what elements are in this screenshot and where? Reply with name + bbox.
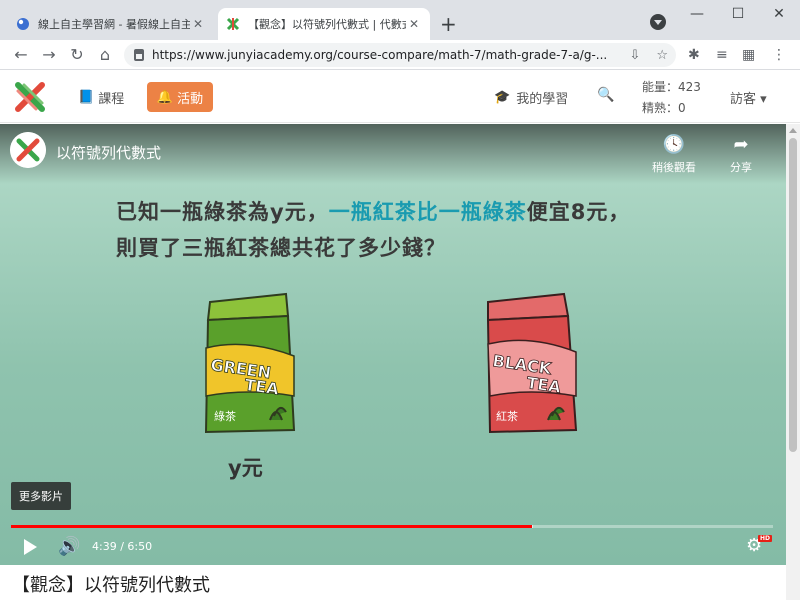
question-text: 已知一瓶綠茶為y元，	[116, 200, 329, 224]
reload-icon[interactable]: ↻	[68, 46, 86, 64]
video-title[interactable]: 以符號列代數式	[56, 142, 161, 163]
watch-later-button[interactable]: 🕓 稍後觀看	[652, 134, 696, 175]
clock-icon: 🕓	[662, 134, 686, 155]
question-line-1: 已知一瓶綠茶為y元，一瓶紅茶比一瓶綠茶便宜8元，	[116, 196, 630, 226]
browser-tab-title: 【觀念】以符號列代數式 | 代數式	[248, 18, 406, 31]
extensions-icon[interactable]: ✱	[688, 47, 700, 63]
browser-tab-strip: 線上自主學習網 - 暑假線上自主學 ✕ 【觀念】以符號列代數式 | 代數式 ✕ …	[0, 0, 800, 40]
browser-tab-title: 線上自主學習網 - 暑假線上自主學	[38, 18, 190, 31]
volume-icon[interactable]: 🔊	[58, 536, 80, 557]
junyi-logo-icon[interactable]	[14, 81, 46, 113]
nav-course[interactable]: 📘 課程	[78, 88, 124, 107]
site-favicon-icon	[17, 18, 29, 30]
question-line-2: 則買了三瓶紅茶總共花了多少錢？	[116, 236, 446, 260]
back-icon[interactable]: ←	[12, 46, 30, 64]
nav-my-learning[interactable]: 🎓 我的學習	[494, 88, 568, 107]
progress-played	[11, 525, 533, 528]
url-text: https://www.junyiacademy.org/course-comp…	[152, 48, 608, 62]
black-pkg-cn: 紅茶	[496, 410, 518, 423]
visitor-label: 訪客	[730, 92, 757, 107]
browser-tab-1[interactable]: 線上自主學習網 - 暑假線上自主學 ✕	[8, 8, 214, 40]
more-videos-button[interactable]: 更多影片	[11, 482, 71, 510]
scroll-up-icon[interactable]	[789, 128, 797, 133]
hd-badge: HD	[758, 535, 773, 542]
play-icon[interactable]	[24, 539, 37, 555]
green-tea-package-icon: GREEN TEA 綠茶	[204, 292, 296, 434]
user-stats: 能量：423 精熟：0	[642, 77, 701, 119]
profile-icon[interactable]: ▦	[742, 47, 755, 63]
install-icon[interactable]: ⇩	[629, 48, 640, 63]
share-button[interactable]: ➦ 分享	[730, 134, 752, 175]
lock-icon	[134, 49, 144, 61]
browser-toolbar: ← → ↻ ⌂ https://www.junyiacademy.org/cou…	[0, 40, 800, 70]
home-icon[interactable]: ⌂	[96, 46, 114, 64]
bell-icon: 🔔	[156, 89, 174, 105]
close-tab-icon[interactable]: ✕	[406, 17, 422, 31]
question-text: 便宜8元，	[526, 200, 631, 224]
site-header: 📘 課程 🔔 活動 🎓 我的學習 🔍 能量：423 精熟：0 訪客 ▾	[0, 71, 800, 123]
question-highlight: 一瓶紅茶比一瓶綠茶	[328, 200, 527, 224]
share-arrow-icon: ➦	[733, 134, 749, 155]
progress-bar[interactable]	[11, 525, 773, 528]
visitor-menu[interactable]: 訪客 ▾	[730, 88, 767, 107]
bookmark-star-icon[interactable]: ☆	[656, 48, 668, 63]
close-tab-icon[interactable]: ✕	[190, 17, 206, 31]
my-learning-label: 我的學習	[516, 92, 569, 107]
junyi-favicon-icon	[226, 17, 240, 31]
video-player[interactable]: 以符號列代數式 🕓 稍後觀看 ➦ 分享 已知一瓶綠茶為y元，一瓶紅茶比一瓶綠茶便…	[0, 124, 786, 565]
search-icon[interactable]: 🔍	[597, 87, 614, 103]
book-icon: 📘	[78, 90, 95, 105]
mastery-stat: 精熟：0	[642, 101, 686, 115]
share-label: 分享	[730, 161, 752, 174]
close-window-icon[interactable]: ✕	[770, 6, 788, 22]
reading-list-icon[interactable]: ≡	[716, 47, 728, 63]
time-display: 4:39 / 6:50	[92, 540, 153, 553]
energy-stat: 能量：423	[642, 80, 701, 94]
watch-later-label: 稍後觀看	[652, 161, 696, 174]
page-title: 【觀念】以符號列代數式	[12, 575, 210, 596]
scrollbar-thumb[interactable]	[789, 138, 797, 452]
graduation-cap-icon: 🎓	[494, 90, 511, 105]
browser-tab-2-active[interactable]: 【觀念】以符號列代數式 | 代數式 ✕	[218, 8, 430, 40]
maximize-icon[interactable]: ☐	[729, 6, 747, 22]
new-tab-icon[interactable]: +	[440, 12, 457, 36]
minimize-icon[interactable]: —	[688, 6, 706, 22]
nav-course-label: 課程	[98, 92, 125, 107]
caret-down-icon: ▾	[760, 92, 767, 107]
green-tea-price: y元	[228, 456, 263, 480]
forward-icon[interactable]: →	[40, 46, 58, 64]
green-pkg-cn: 綠茶	[214, 410, 236, 423]
address-bar[interactable]: https://www.junyiacademy.org/course-comp…	[124, 43, 676, 67]
black-tea-package-icon: BLACK TEA 紅茶	[486, 292, 578, 434]
menu-icon[interactable]: ⋮	[772, 47, 786, 63]
tab-search-icon[interactable]	[650, 14, 666, 30]
page-scrollbar[interactable]	[786, 124, 800, 600]
activity-label: 活動	[177, 91, 204, 107]
activity-button[interactable]: 🔔 活動	[147, 82, 213, 112]
channel-logo-icon[interactable]	[10, 132, 46, 168]
